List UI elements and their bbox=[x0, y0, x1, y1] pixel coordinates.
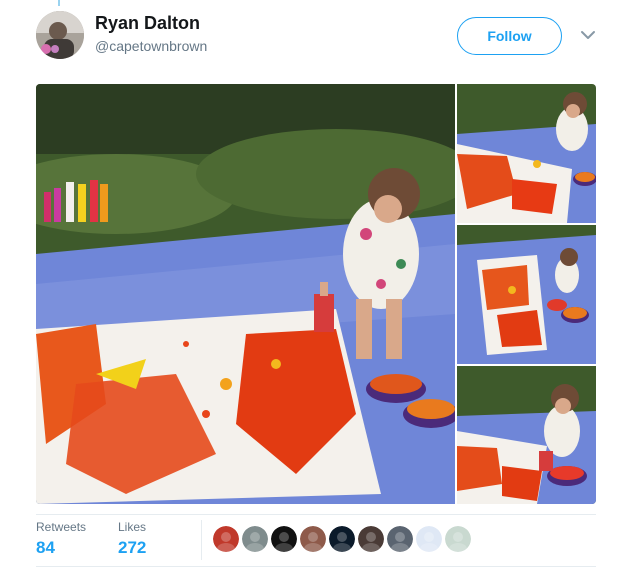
user-avatar[interactable] bbox=[36, 11, 84, 59]
likes-stat[interactable]: Likes 272 bbox=[118, 520, 146, 558]
liker-avatar[interactable] bbox=[329, 526, 355, 552]
stats-separator bbox=[201, 520, 202, 560]
liker-avatar[interactable] bbox=[445, 526, 471, 552]
retweets-label: Retweets bbox=[36, 520, 87, 534]
liker-avatar[interactable] bbox=[271, 526, 297, 552]
user-handle[interactable]: @capetownbrown bbox=[95, 38, 207, 54]
stats-divider-bottom bbox=[36, 566, 596, 567]
liker-avatar[interactable] bbox=[242, 526, 268, 552]
photo-child-painting-large[interactable] bbox=[36, 84, 455, 504]
photo-child-painting-close[interactable] bbox=[457, 366, 596, 504]
likers-avatars bbox=[213, 526, 471, 552]
media-gallery bbox=[36, 84, 596, 504]
likes-label: Likes bbox=[118, 520, 147, 534]
photo-child-canvas-wide[interactable] bbox=[457, 225, 596, 364]
profile-photo-icon bbox=[36, 11, 84, 59]
retweets-count: 84 bbox=[36, 538, 55, 557]
liker-avatar[interactable] bbox=[358, 526, 384, 552]
user-display-name[interactable]: Ryan Dalton bbox=[95, 13, 200, 34]
likes-count: 272 bbox=[118, 538, 147, 557]
chevron-down-icon[interactable] bbox=[579, 28, 597, 42]
liker-avatar[interactable] bbox=[416, 526, 442, 552]
follow-button[interactable]: Follow bbox=[457, 17, 562, 55]
liker-avatar[interactable] bbox=[300, 526, 326, 552]
photo-child-sitting-canvas[interactable] bbox=[457, 84, 596, 223]
retweets-stat[interactable]: Retweets 84 bbox=[36, 520, 86, 558]
thread-connector-line bbox=[58, 0, 60, 6]
liker-avatar[interactable] bbox=[213, 526, 239, 552]
liker-avatar[interactable] bbox=[387, 526, 413, 552]
stats-divider-top bbox=[36, 514, 596, 515]
